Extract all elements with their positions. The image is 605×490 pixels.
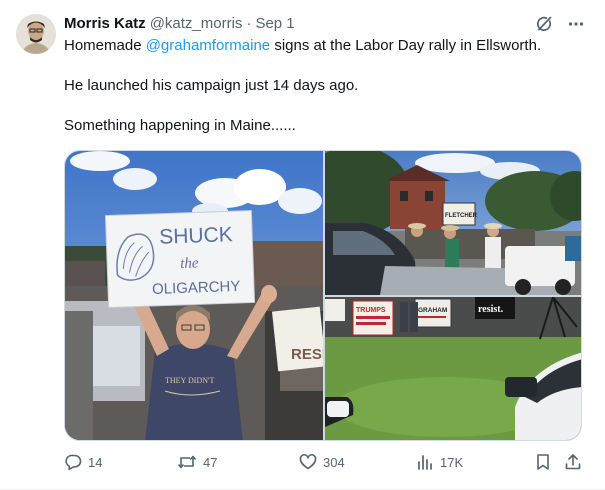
like-button[interactable]: 304 — [299, 453, 345, 471]
avatar[interactable] — [16, 14, 56, 54]
sign-text-shuck: SHUCK — [159, 223, 233, 249]
tweet-actions: 14 47 304 17K — [64, 453, 584, 475]
repost-count: 47 — [203, 454, 218, 470]
reply-button[interactable]: 14 — [64, 453, 102, 471]
author-name[interactable]: Morris Katz — [64, 15, 146, 32]
trump-sign-text: TRUMPS — [356, 307, 386, 314]
bookmark-button[interactable] — [534, 453, 552, 471]
share-icon — [564, 453, 582, 471]
photo-shuck-the-oligarchy[interactable]: RESIS THEY DIDN'T — [65, 151, 323, 440]
side-sign-text: RESIS — [291, 346, 323, 363]
fletcher-sign-text: FLETCHER — [445, 213, 478, 219]
photo-lawn-signs[interactable]: TRUMPS GRAHAM resist. — [325, 297, 581, 440]
share-button[interactable] — [564, 453, 582, 471]
tweet-card[interactable]: Morris Katz @katz_morris · Sep 1 Homemade @… — [0, 0, 605, 490]
author-handle[interactable]: @katz_morris — [150, 15, 243, 32]
bookmark-icon — [534, 453, 552, 471]
tweet-top-actions — [535, 15, 585, 33]
views-button[interactable]: 17K — [416, 453, 463, 471]
graham-sign-text: GRAHAM — [418, 307, 447, 314]
like-icon — [299, 453, 317, 471]
shirt-text: THEY DIDN'T — [165, 376, 214, 385]
repost-button[interactable]: 47 — [177, 453, 217, 471]
media-grid: RESIS THEY DIDN'T — [64, 150, 582, 441]
like-count: 304 — [323, 454, 345, 470]
views-icon — [416, 453, 434, 471]
header-separator: · — [246, 15, 252, 32]
tweet-text: Homemade @grahamformaine signs at the La… — [64, 36, 584, 156]
views-count: 17K — [440, 454, 464, 470]
tweet-date[interactable]: Sep 1 — [255, 15, 294, 32]
resist-sign-text: resist. — [478, 304, 504, 315]
sign-text-oligarchy: OLIGARCHY — [152, 278, 241, 298]
mention-link[interactable]: @grahamformaine — [146, 37, 270, 54]
tweet-paragraph-2: He launched his campaign just 14 days ag… — [64, 77, 359, 94]
photo-crowd-cars[interactable]: FLETCHER — [325, 151, 581, 295]
reply-icon — [64, 453, 82, 471]
tweet-paragraph-3: Something happening in Maine...... — [64, 117, 296, 134]
tweet-paragraph-1: Homemade @grahamformaine signs at the La… — [64, 37, 542, 54]
repost-icon — [177, 453, 197, 471]
sign-text-the: the — [180, 255, 199, 272]
more-icon[interactable] — [567, 15, 585, 33]
grok-icon[interactable] — [535, 15, 553, 33]
tweet-header: Morris Katz @katz_morris · Sep 1 — [64, 14, 295, 34]
reply-count: 14 — [88, 454, 103, 470]
